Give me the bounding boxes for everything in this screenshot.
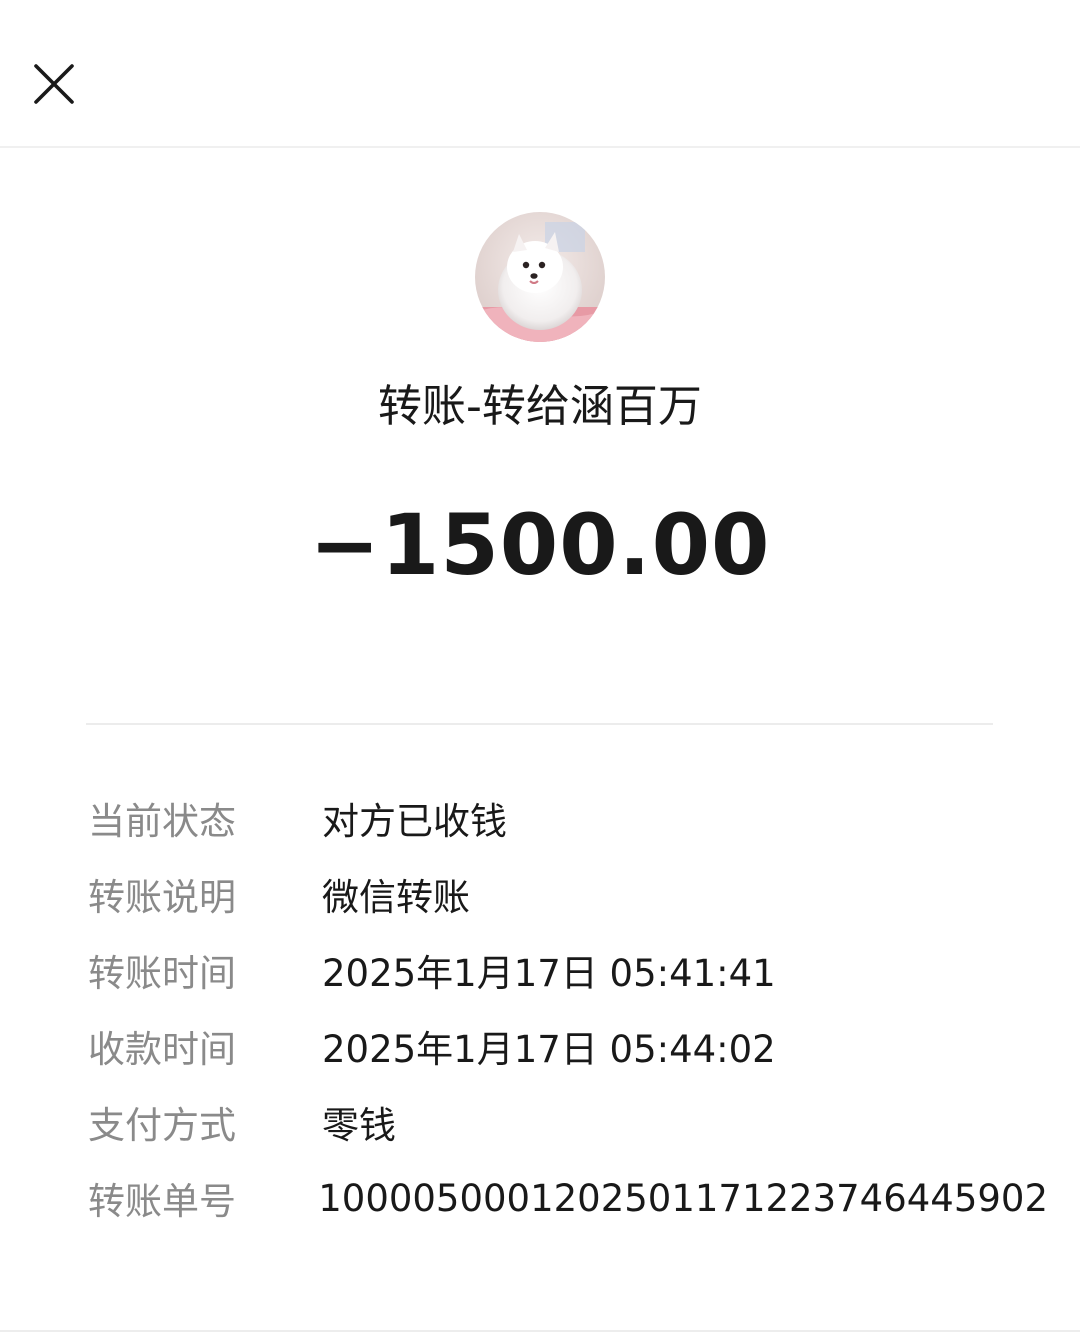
detail-value: 2025年1月17日 05:41:41 [322, 952, 776, 995]
detail-value: 2025年1月17日 05:44:02 [322, 1028, 776, 1071]
detail-row-note: 转账说明 微信转账 [88, 856, 1048, 932]
transaction-id-value[interactable]: 100005000120250117122374644590​2 [318, 1177, 1048, 1220]
detail-label: 支付方式 [88, 1104, 236, 1147]
detail-row-payment-method: 支付方式 零钱 [88, 1084, 1048, 1160]
transfer-details: 当前状态 对方已收钱 转账说明 微信转账 转账时间 2025年1月17日 05:… [88, 780, 1048, 1236]
detail-label: 收款时间 [88, 1028, 236, 1071]
detail-label: 转账说明 [88, 876, 236, 919]
avatar-dog-photo [475, 212, 605, 342]
close-button[interactable] [22, 52, 86, 116]
transfer-amount: −1500.00 [309, 496, 771, 594]
detail-value: 对方已收钱 [322, 800, 507, 843]
avatar[interactable] [475, 212, 605, 342]
detail-row-receive-time: 收款时间 2025年1月17日 05:44:02 [88, 1008, 1048, 1084]
detail-value: 微信转账 [322, 876, 470, 919]
detail-label: 当前状态 [88, 800, 236, 843]
detail-row-transaction-id: 转账单号 100005000120250117122374644590​2 [88, 1160, 1048, 1236]
top-bar [0, 0, 1080, 148]
detail-row-status: 当前状态 对方已收钱 [88, 780, 1048, 856]
detail-value: 零钱 [322, 1104, 396, 1147]
close-icon [34, 64, 74, 104]
detail-label: 转账单号 [88, 1180, 236, 1223]
transfer-title: 转账-转给涵百万 [378, 381, 702, 432]
divider [86, 723, 993, 725]
detail-row-transfer-time: 转账时间 2025年1月17日 05:41:41 [88, 932, 1048, 1008]
bottom-divider [0, 1330, 1080, 1332]
detail-label: 转账时间 [88, 952, 236, 995]
